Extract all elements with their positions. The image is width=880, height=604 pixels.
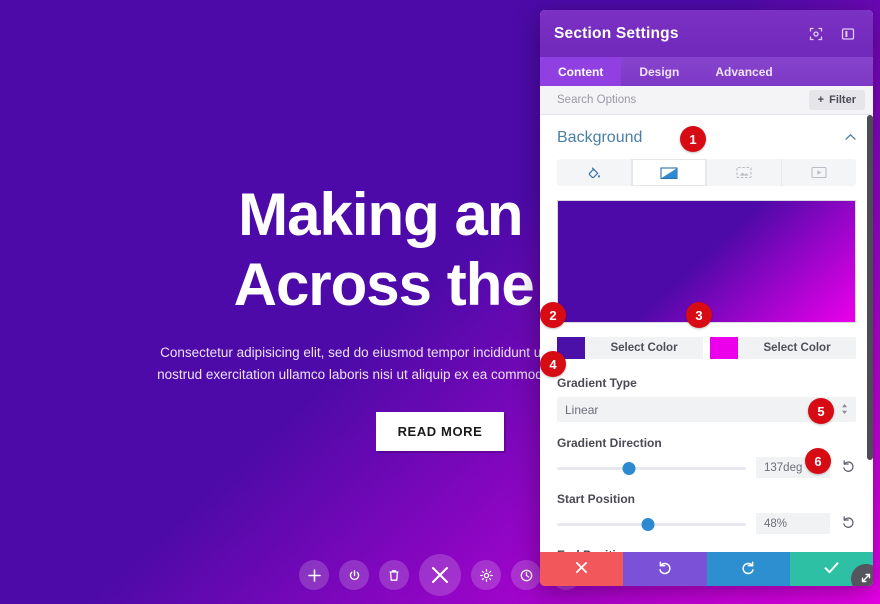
background-color-tab[interactable] (557, 159, 632, 186)
builder-settings-button[interactable] (471, 560, 501, 590)
start-position-slider[interactable] (557, 515, 746, 533)
clock-icon (520, 569, 533, 582)
slider-track (557, 466, 746, 470)
callout-badge-4: 4 (540, 351, 566, 377)
chevron-up-icon[interactable] (845, 132, 856, 144)
scrollbar-thumb[interactable] (867, 115, 873, 460)
resize-icon (859, 571, 873, 587)
undo-icon (842, 515, 855, 532)
search-bar: + Filter (540, 86, 873, 115)
delete-section-button[interactable] (379, 560, 409, 590)
cancel-button[interactable] (540, 552, 624, 586)
gradient-end-swatch[interactable] (710, 337, 738, 359)
close-builder-button[interactable] (419, 554, 461, 596)
gradient-end-select-color-button[interactable]: Select Color (738, 337, 856, 359)
gradient-icon (660, 166, 678, 180)
background-image-tab[interactable] (707, 159, 782, 186)
start-position-value[interactable] (756, 513, 830, 534)
toggle-wireframe-button[interactable] (339, 560, 369, 590)
end-position-field: End Position (557, 548, 856, 552)
redo-button[interactable] (706, 552, 790, 586)
start-position-reset-button[interactable] (840, 515, 856, 532)
close-icon (431, 566, 449, 584)
image-icon (736, 166, 752, 179)
tab-advanced[interactable]: Advanced (697, 57, 790, 86)
callout-badge-6: 6 (805, 448, 831, 474)
gradient-type-label: Gradient Type (557, 376, 637, 390)
undo-button[interactable] (623, 552, 707, 586)
callout-badge-3: 3 (686, 302, 712, 328)
plus-icon (307, 568, 321, 582)
gradient-start-select-color-button[interactable]: Select Color (585, 337, 703, 359)
gear-icon (479, 568, 493, 582)
start-position-row (557, 513, 856, 534)
paint-bucket-icon (587, 166, 601, 180)
modal-header: Section Settings (540, 10, 873, 57)
modal-tabs: Content Design Advanced (540, 57, 873, 86)
start-position-field: Start Position (557, 492, 856, 534)
modal-action-bar (540, 552, 873, 586)
power-icon (348, 569, 361, 582)
check-icon (824, 561, 839, 577)
expand-modal-icon[interactable] (805, 23, 827, 45)
tab-design[interactable]: Design (621, 57, 697, 86)
background-gradient-tab[interactable] (632, 159, 707, 186)
search-input[interactable] (557, 94, 809, 106)
plus-icon: + (817, 94, 825, 106)
gradient-direction-slider[interactable] (557, 459, 746, 477)
gradient-start-color: Select Color (557, 337, 703, 359)
undo-icon (658, 560, 672, 578)
modal-layout-icon[interactable] (837, 23, 859, 45)
read-more-button[interactable]: READ MORE (375, 412, 505, 451)
gradient-direction-label: Gradient Direction (557, 436, 662, 450)
gradient-direction-reset-button[interactable] (840, 459, 856, 476)
undo-icon (842, 459, 855, 476)
modal-title: Section Settings (554, 24, 679, 42)
filter-button[interactable]: + Filter (808, 90, 865, 110)
tab-content[interactable]: Content (540, 57, 622, 86)
settings-scrollbar[interactable] (866, 115, 873, 552)
builder-toolbar (299, 554, 581, 596)
background-section-header[interactable]: Background (557, 115, 856, 159)
section-settings-modal: Section Settings Content Design Advanced… (540, 10, 873, 586)
background-type-switcher (557, 159, 856, 186)
trash-icon (388, 569, 400, 582)
redo-icon (741, 560, 755, 578)
settings-scroll-area: Background Select Color Select Color Gra… (540, 115, 873, 552)
slider-knob[interactable] (622, 461, 636, 475)
end-position-label: End Position (557, 548, 856, 552)
callout-badge-2: 2 (540, 302, 566, 328)
background-video-tab[interactable] (782, 159, 856, 186)
callout-badge-1: 1 (680, 126, 706, 152)
video-icon (811, 166, 827, 179)
editing-history-button[interactable] (511, 560, 541, 590)
add-section-button[interactable] (299, 560, 329, 590)
gradient-color-row: Select Color Select Color (557, 337, 856, 359)
slider-knob[interactable] (641, 517, 655, 531)
close-icon (575, 561, 588, 577)
callout-badge-5: 5 (808, 398, 834, 424)
start-position-label: Start Position (557, 492, 636, 506)
gradient-end-color: Select Color (710, 337, 856, 359)
filter-button-label: Filter (829, 94, 856, 106)
